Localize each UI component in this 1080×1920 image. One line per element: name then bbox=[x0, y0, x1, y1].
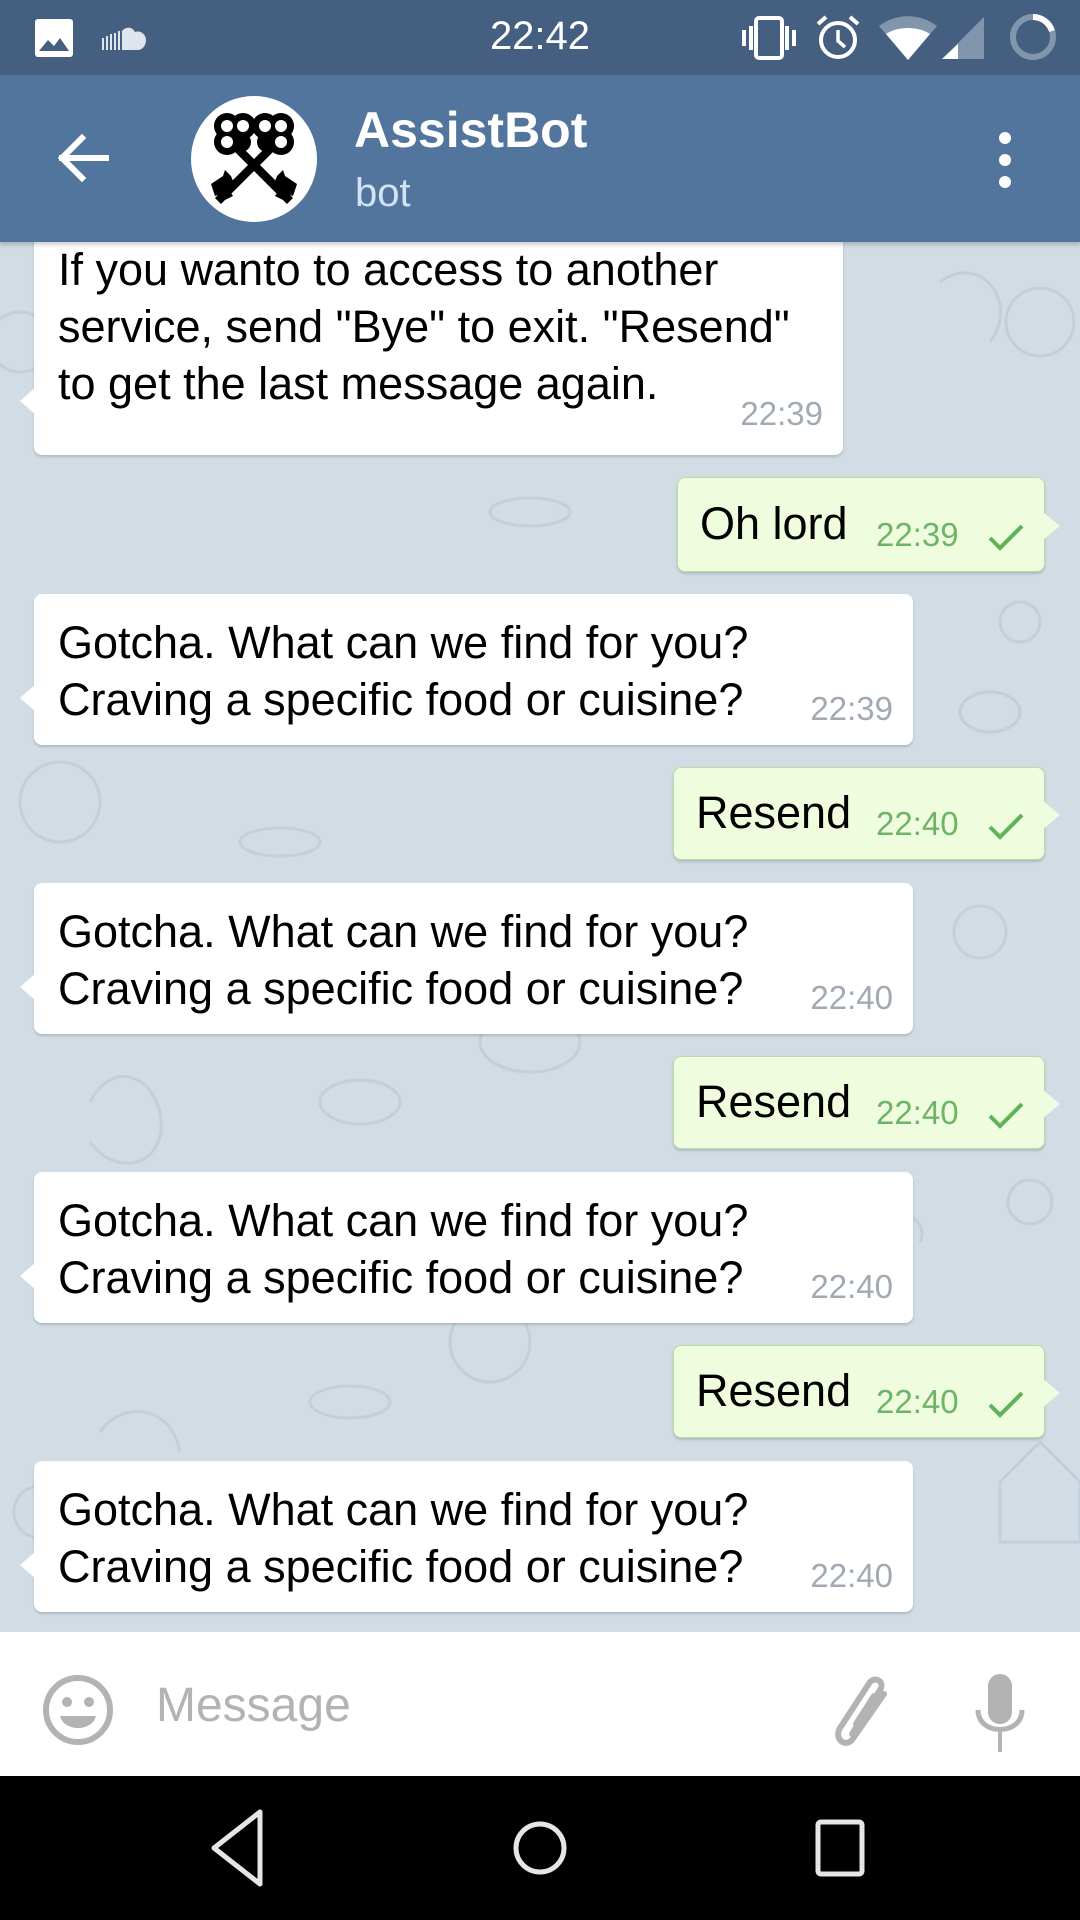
message-bubble-outgoing[interactable]: Resend 22:40 bbox=[673, 1345, 1060, 1438]
bubble-tail bbox=[20, 387, 36, 415]
message-input[interactable] bbox=[156, 1672, 796, 1738]
sent-check-icon bbox=[988, 1391, 1024, 1418]
home-circle-icon[interactable] bbox=[498, 1806, 582, 1890]
message-text: Gotcha. What can we find for you? Cravin… bbox=[58, 1195, 749, 1303]
sent-check-icon bbox=[988, 524, 1024, 551]
message-bubble-incoming[interactable]: Gotcha. What can we find for you? Cravin… bbox=[20, 1172, 913, 1323]
message-time: 22:39 bbox=[876, 516, 959, 553]
message-time: 22:40 bbox=[876, 1383, 959, 1420]
message-text: Resend bbox=[696, 787, 852, 838]
message-time: 22:39 bbox=[810, 690, 893, 727]
message-bubble-incoming[interactable]: Food delivery If you wanto to access to … bbox=[20, 242, 843, 455]
system-navigation-bar bbox=[0, 1776, 1080, 1920]
message-bubble-incoming[interactable]: Gotcha. What can we find for you? Cravin… bbox=[20, 883, 913, 1034]
arrow-left-icon[interactable] bbox=[50, 125, 116, 191]
message-text: Food delivery If you wanto to access to … bbox=[58, 244, 790, 409]
message-time: 22:40 bbox=[810, 1557, 893, 1594]
smiley-icon[interactable] bbox=[42, 1674, 114, 1746]
bubble-tail bbox=[20, 684, 36, 712]
sent-check-icon bbox=[988, 1102, 1024, 1129]
bubble-tail bbox=[20, 1262, 36, 1290]
message-text: Oh lord bbox=[700, 498, 848, 549]
message-bubble-outgoing[interactable]: Oh lord 22:39 bbox=[677, 477, 1060, 572]
alarm-icon bbox=[816, 15, 860, 59]
wifi-icon bbox=[879, 16, 937, 60]
message-time: 22:40 bbox=[876, 805, 959, 842]
message-time: 22:40 bbox=[810, 1268, 893, 1305]
message-text: Gotcha. What can we find for you? Cravin… bbox=[58, 1484, 749, 1592]
bubble-tail bbox=[20, 1551, 36, 1579]
battery-icon bbox=[1010, 14, 1056, 60]
signal-icon bbox=[942, 17, 984, 59]
bubble-tail bbox=[1042, 511, 1060, 541]
sent-check-icon bbox=[988, 813, 1024, 840]
message-time: 22:40 bbox=[876, 1094, 959, 1131]
vibrate-icon bbox=[742, 16, 796, 60]
bubble-tail bbox=[20, 973, 36, 1001]
avatar[interactable] bbox=[191, 96, 317, 222]
message-time: 22:40 bbox=[810, 979, 893, 1016]
status-bar: 22:42 bbox=[0, 0, 1080, 75]
paperclip-icon[interactable] bbox=[830, 1674, 896, 1750]
message-bubble-outgoing[interactable]: Resend 22:40 bbox=[673, 767, 1060, 860]
chat-message-list[interactable]: Food delivery If you wanto to access to … bbox=[0, 242, 1080, 1632]
back-triangle-icon[interactable] bbox=[198, 1806, 282, 1890]
message-text: Resend bbox=[696, 1076, 852, 1127]
message-text: Gotcha. What can we find for you? Cravin… bbox=[58, 906, 749, 1014]
more-vertical-icon[interactable] bbox=[990, 130, 1020, 190]
message-bubble-outgoing[interactable]: Resend 22:40 bbox=[673, 1056, 1060, 1149]
message-text: Gotcha. What can we find for you? Cravin… bbox=[58, 617, 749, 725]
microphone-icon[interactable] bbox=[975, 1674, 1025, 1752]
bubble-tail bbox=[1042, 1378, 1060, 1408]
recents-square-icon[interactable] bbox=[798, 1806, 882, 1890]
message-time: 22:39 bbox=[740, 395, 823, 432]
chat-subtitle: bot bbox=[355, 171, 411, 215]
bubble-tail bbox=[1042, 1089, 1060, 1119]
message-composer bbox=[0, 1632, 1080, 1776]
chat-title[interactable]: AssistBot bbox=[354, 101, 587, 159]
message-bubble-incoming[interactable]: Gotcha. What can we find for you? Cravin… bbox=[20, 1461, 913, 1612]
message-bubble-incoming[interactable]: Gotcha. What can we find for you? Cravin… bbox=[20, 594, 913, 745]
message-text: Resend bbox=[696, 1365, 852, 1416]
crossed-keys-icon bbox=[211, 113, 297, 204]
chat-header: AssistBot bot bbox=[0, 75, 1080, 242]
bubble-tail bbox=[1042, 800, 1060, 830]
